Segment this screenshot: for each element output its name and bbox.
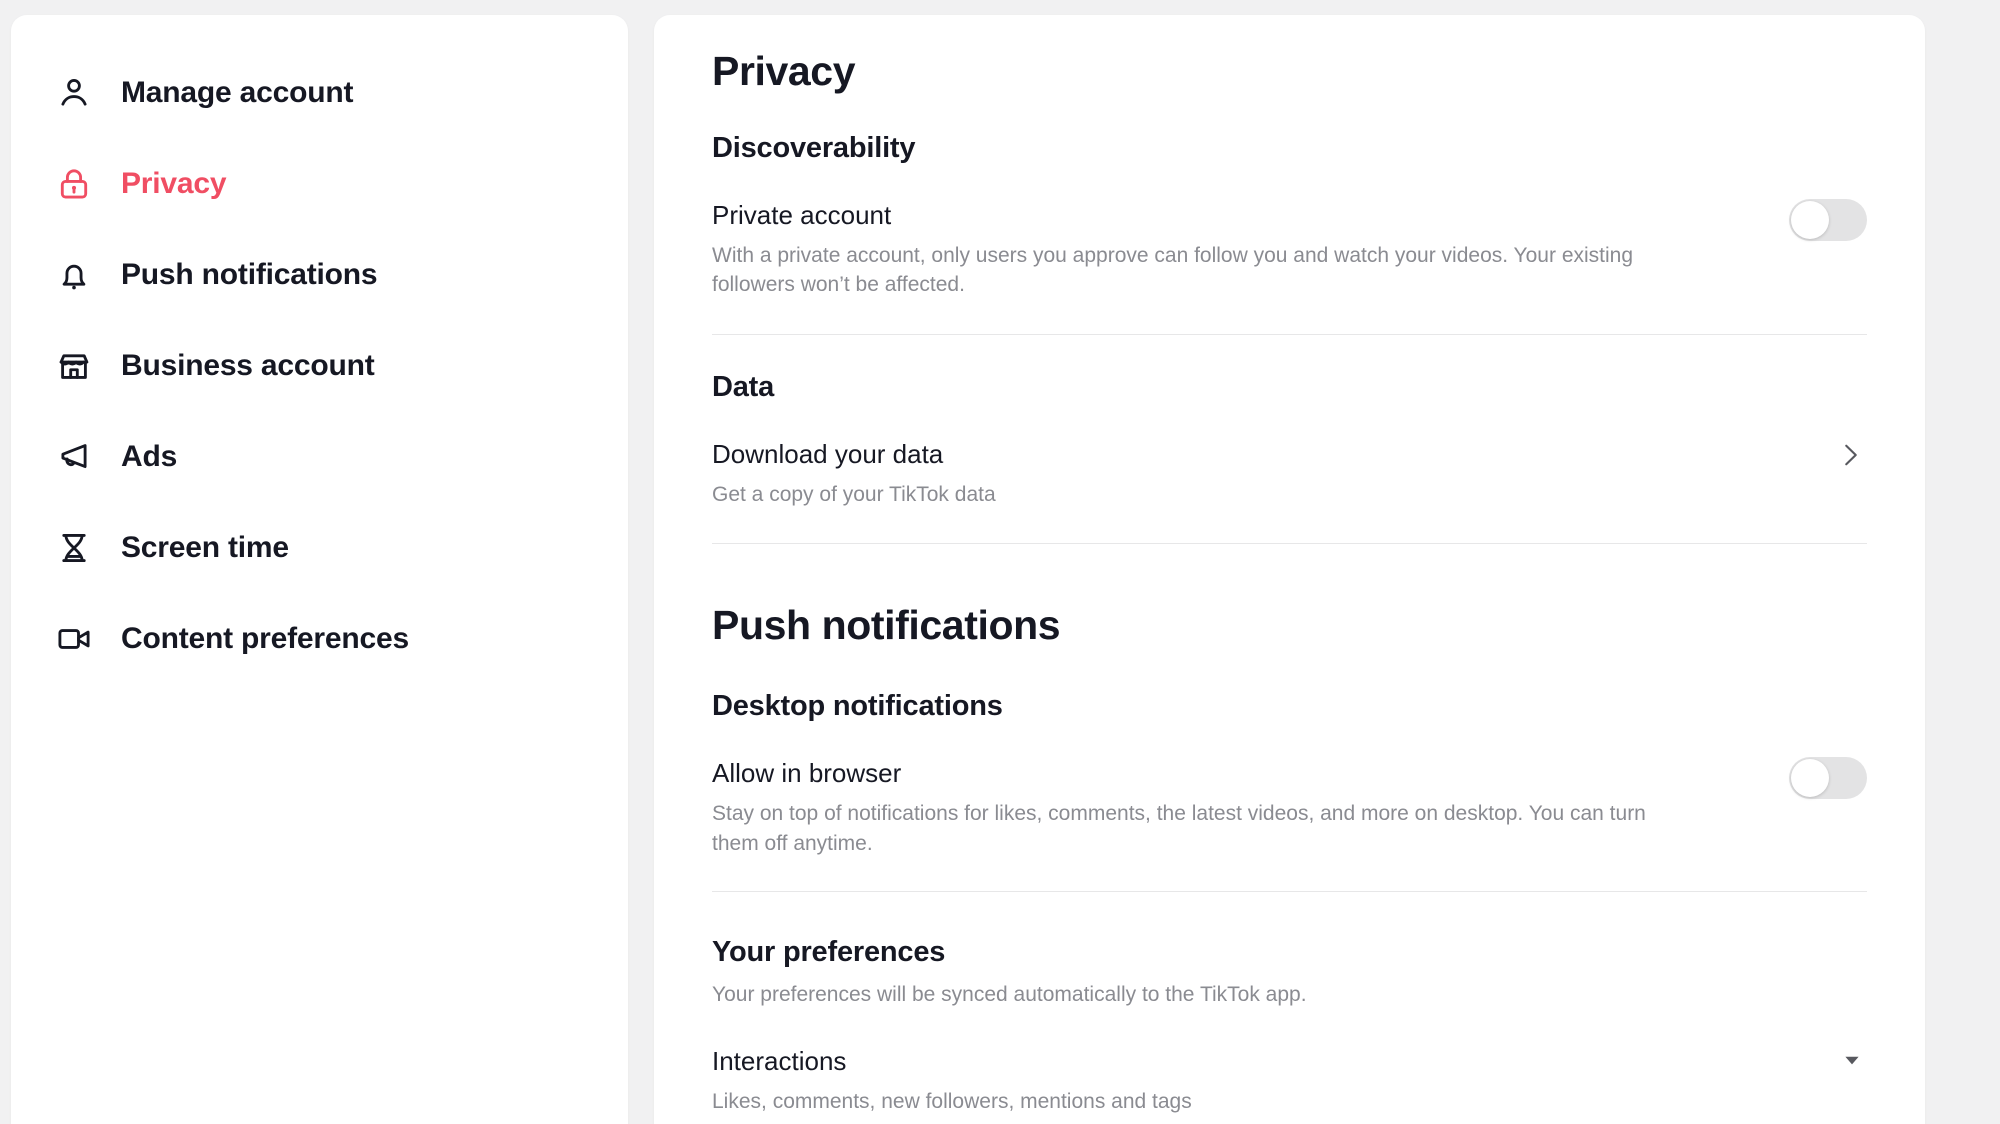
lock-icon	[55, 165, 93, 203]
sidebar-item-label: Privacy	[121, 167, 227, 200]
divider	[712, 543, 1867, 545]
chevron-down-icon[interactable]	[1837, 1045, 1867, 1075]
setting-row-text: Interactions Likes, comments, new follow…	[712, 1045, 1763, 1116]
setting-description: With a private account, only users you a…	[712, 243, 1634, 297]
sidebar-item-screen-time[interactable]: Screen time	[11, 516, 628, 580]
setting-row-private-account: Private account With a private account, …	[712, 199, 1867, 300]
your-preferences-block: Your preferences Your preferences will b…	[712, 936, 1867, 1010]
user-icon	[55, 74, 93, 112]
video-camera-icon	[55, 620, 93, 658]
hourglass-icon	[55, 529, 93, 567]
setting-description: Stay on top of notifications for likes, …	[712, 801, 1646, 855]
section-heading-discoverability: Discoverability	[712, 132, 916, 164]
toggle-knob	[1791, 759, 1829, 798]
sidebar-item-label: Ads	[121, 440, 178, 473]
page-title-push-notifications: Push notifications	[712, 602, 1061, 649]
setting-row-interactions[interactable]: Interactions Likes, comments, new follow…	[712, 1045, 1867, 1116]
setting-title: Private account	[712, 200, 892, 230]
setting-title: Interactions	[712, 1046, 847, 1077]
sidebar-item-content-preferences[interactable]: Content preferences	[11, 607, 628, 671]
toggle-knob	[1791, 201, 1829, 239]
chevron-right-icon[interactable]	[1833, 438, 1867, 472]
sidebar-item-manage-account[interactable]: Manage account	[11, 61, 628, 125]
bell-icon	[55, 256, 93, 294]
setting-description: Likes, comments, new followers, mentions…	[712, 1089, 1192, 1113]
allow-in-browser-toggle[interactable]	[1789, 757, 1867, 800]
setting-row-download-your-data[interactable]: Download your data Get a copy of your Ti…	[712, 438, 1867, 509]
sidebar-item-label: Push notifications	[121, 258, 378, 291]
section-heading-your-preferences: Your preferences	[712, 935, 946, 968]
setting-control	[1787, 1045, 1867, 1075]
setting-description: Get a copy of your TikTok data	[712, 482, 996, 506]
settings-sidebar: Manage account Privacy Push notification…	[11, 15, 628, 1124]
setting-title: Allow in browser	[712, 758, 902, 789]
sidebar-item-label: Screen time	[121, 531, 289, 564]
sidebar-item-privacy[interactable]: Privacy	[11, 152, 628, 216]
settings-page: Manage account Privacy Push notification…	[0, 0, 2000, 1124]
setting-control	[1787, 438, 1867, 472]
sidebar-item-push-notifications[interactable]: Push notifications	[11, 243, 628, 307]
setting-row-text: Download your data Get a copy of your Ti…	[712, 438, 1763, 509]
setting-control	[1787, 199, 1867, 241]
setting-row-allow-in-browser: Allow in browser Stay on top of notifica…	[712, 757, 1867, 858]
settings-content-panel: Privacy Discoverability Private account …	[654, 15, 1925, 1124]
storefront-icon	[55, 347, 93, 385]
sidebar-item-label: Business account	[121, 349, 375, 382]
setting-row-text: Private account With a private account, …	[712, 199, 1763, 300]
divider	[712, 334, 1867, 336]
your-preferences-description: Your preferences will be synced automati…	[712, 982, 1307, 1006]
megaphone-icon	[55, 438, 93, 476]
private-account-toggle[interactable]	[1789, 199, 1867, 241]
sidebar-item-ads[interactable]: Ads	[11, 425, 628, 489]
setting-row-text: Allow in browser Stay on top of notifica…	[712, 757, 1763, 858]
sidebar-item-label: Content preferences	[121, 622, 409, 655]
setting-title: Download your data	[712, 439, 944, 470]
section-heading-data: Data	[712, 371, 775, 404]
section-heading-desktop-notifications: Desktop notifications	[712, 690, 1003, 723]
sidebar-item-business-account[interactable]: Business account	[11, 334, 628, 398]
sidebar-item-label: Manage account	[121, 76, 354, 109]
divider	[712, 890, 1867, 892]
page-title-privacy: Privacy	[712, 48, 856, 94]
setting-control	[1787, 757, 1867, 800]
